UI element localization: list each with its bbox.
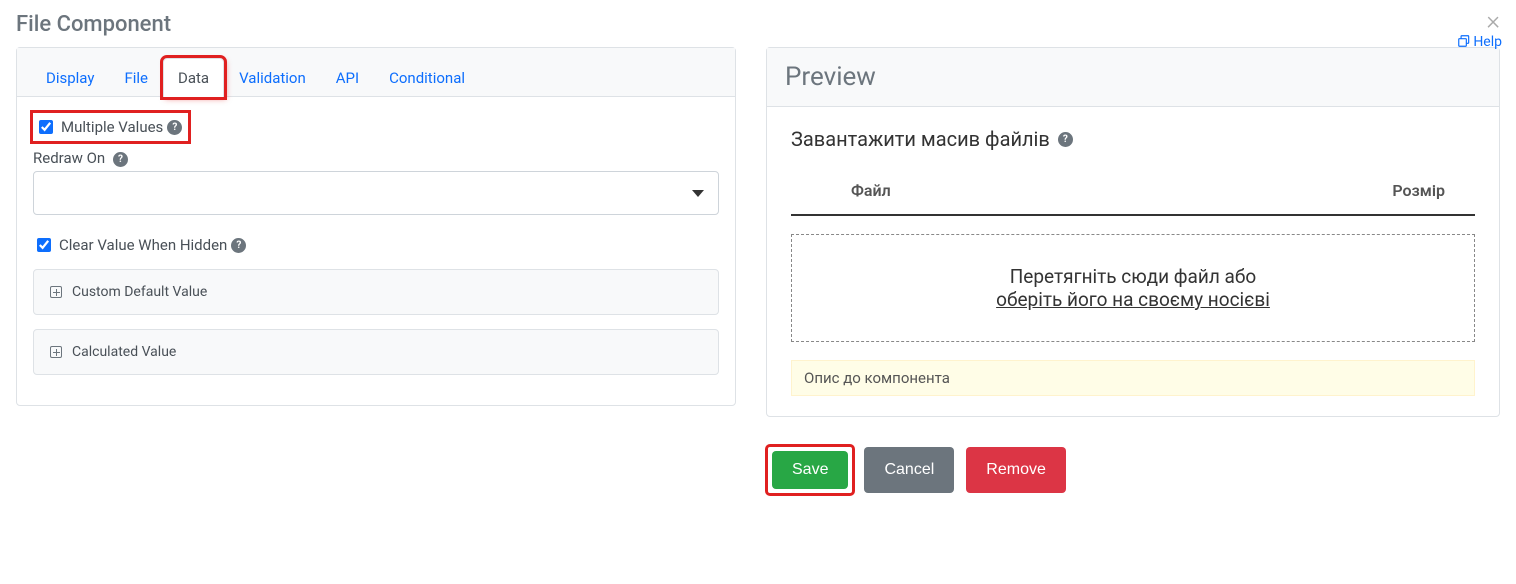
tab-conditional[interactable]: Conditional: [374, 58, 480, 97]
settings-card: Display File Data Validation API Conditi…: [16, 47, 736, 406]
custom-default-value-panel[interactable]: Custom Default Value: [33, 269, 719, 315]
tab-validation[interactable]: Validation: [224, 58, 321, 97]
modal-header: File Component × Help: [0, 0, 1516, 37]
preview-title: Preview: [785, 62, 1481, 92]
redraw-on-select[interactable]: [33, 171, 719, 215]
preview-header: Preview: [767, 48, 1499, 107]
custom-default-label: Custom Default Value: [72, 284, 207, 300]
expand-icon: [50, 346, 62, 358]
help-link-label: Help: [1473, 34, 1502, 50]
expand-icon: [50, 286, 62, 298]
tab-api[interactable]: API: [321, 58, 374, 97]
browse-link[interactable]: оберіть його на своєму носієві: [996, 288, 1270, 311]
file-dropzone[interactable]: Перетягніть сюди файл або оберіть його н…: [791, 234, 1475, 342]
dropzone-text: Перетягніть сюди файл або: [1010, 265, 1256, 288]
preview-column: Preview Завантажити масив файлів ? Файл …: [766, 47, 1500, 493]
preview-body: Завантажити масив файлів ? Файл Розмір П…: [767, 107, 1499, 416]
help-restore-icon: [1457, 34, 1471, 48]
file-table-col-size: Розмір: [1165, 171, 1475, 215]
help-icon[interactable]: ?: [113, 152, 128, 167]
component-description: Опис до компонента: [791, 360, 1475, 396]
tab-display[interactable]: Display: [31, 58, 109, 97]
file-table: Файл Розмір: [791, 171, 1475, 216]
tab-file[interactable]: File: [109, 58, 163, 97]
calculated-value-label: Calculated Value: [72, 344, 176, 360]
redraw-on-text: Redraw On: [33, 149, 105, 167]
cancel-button[interactable]: Cancel: [864, 447, 954, 493]
close-icon[interactable]: ×: [1486, 8, 1500, 34]
multiple-values-label: Multiple Values: [61, 118, 163, 136]
tab-content-data: Multiple Values ? Redraw On ? Clear Valu…: [17, 97, 735, 405]
help-icon[interactable]: ?: [167, 120, 182, 135]
tabs: Display File Data Validation API Conditi…: [17, 48, 735, 97]
clear-value-hidden-label: Clear Value When Hidden: [59, 236, 227, 254]
multiple-values-checkbox[interactable]: [39, 120, 53, 134]
file-component-modal: File Component × Help Display File Data …: [0, 0, 1516, 584]
calculated-value-panel[interactable]: Calculated Value: [33, 329, 719, 375]
preview-field-label-text: Завантажити масив файлів: [791, 127, 1050, 151]
preview-field-label: Завантажити масив файлів ?: [791, 127, 1475, 151]
help-icon[interactable]: ?: [231, 238, 246, 253]
modal-footer: Save Cancel Remove: [766, 447, 1500, 493]
save-button[interactable]: Save: [772, 451, 848, 489]
remove-button[interactable]: Remove: [966, 447, 1066, 493]
modal-title: File Component: [16, 12, 1500, 37]
file-table-col-file: Файл: [791, 171, 1165, 215]
redraw-on-label: Redraw On ?: [33, 149, 719, 167]
preview-card: Preview Завантажити масив файлів ? Файл …: [766, 47, 1500, 417]
settings-column: Display File Data Validation API Conditi…: [16, 47, 736, 493]
tab-data[interactable]: Data: [163, 58, 224, 97]
clear-value-hidden-checkbox[interactable]: [37, 238, 51, 252]
help-icon[interactable]: ?: [1058, 132, 1073, 147]
modal-body: Display File Data Validation API Conditi…: [0, 37, 1516, 493]
help-link[interactable]: Help: [1457, 34, 1502, 50]
